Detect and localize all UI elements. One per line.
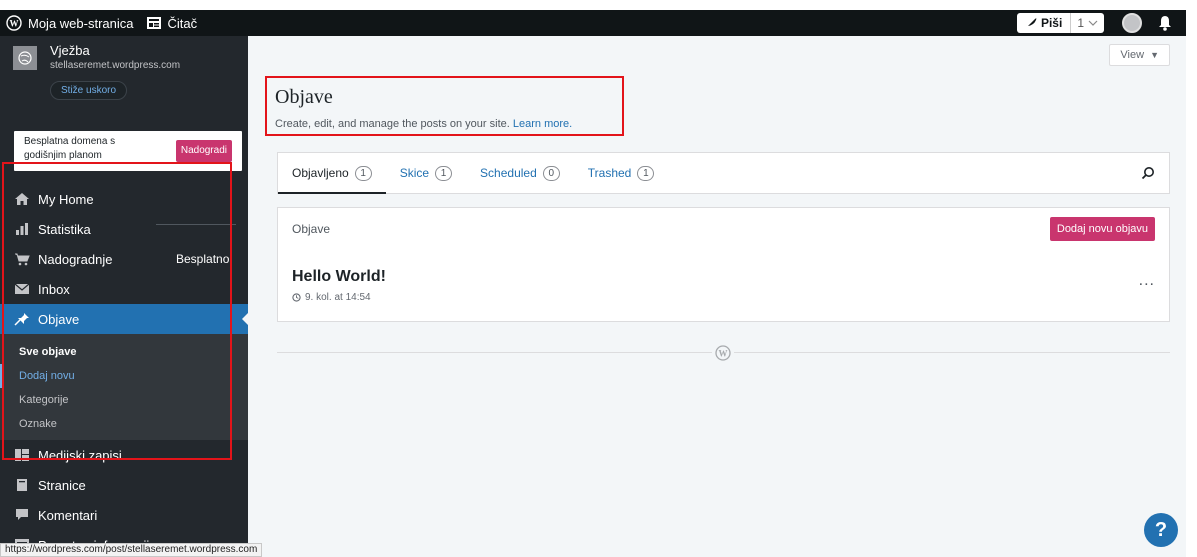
submenu-tags[interactable]: Oznake [0,412,248,436]
wordpress-screen: W Moja web-stranica Čitač Piši 1 Vježba … [0,10,1186,557]
mail-icon [14,283,30,294]
divider [156,224,236,225]
sidebar-item-label: Komentari [38,507,98,523]
drafts-count-button[interactable]: 1 [1070,13,1104,33]
tab-scheduled[interactable]: Scheduled 0 [466,153,574,193]
domain-upsell-banner[interactable]: Besplatna domena s godišnjim planom Nado… [14,131,242,171]
view-label: View [1120,49,1145,61]
reader-label: Čitač [167,15,198,31]
pin-icon [14,313,29,326]
status-bar-url: https://wordpress.com/post/stellaseremet… [0,543,263,557]
post-date-text: 9. kol. at 14:54 [305,292,371,303]
sidebar-nav: My Home Statistika Nadogradnje Besplatno… [0,184,248,557]
sidebar-item-label: Statistika [38,221,91,237]
notifications-button[interactable] [1158,15,1172,31]
chevron-down-icon [1088,20,1098,26]
caret-down-icon: ▼ [1150,50,1159,60]
tab-drafts[interactable]: Skice 1 [386,153,466,193]
reader-link[interactable]: Čitač [140,10,204,36]
reader-icon [146,17,161,29]
feather-icon [1025,18,1037,28]
submenu-add-new[interactable]: Dodaj novu [0,364,248,388]
submenu-all-posts[interactable]: Sve objave [0,340,248,364]
learn-more-link[interactable]: Learn more. [513,118,572,130]
page-description: Create, edit, and manage the posts on yo… [275,118,572,130]
sidebar-item-label: Stranice [38,477,86,493]
tab-label: Objavljeno [292,166,349,180]
submenu-categories[interactable]: Kategorije [0,388,248,412]
my-site-label: Moja web-stranica [28,15,134,31]
cart-icon [15,253,30,266]
post-status-tabs: Objavljeno 1 Skice 1 Scheduled 0 Trashed… [277,152,1170,194]
sidebar-item-label: My Home [38,191,94,207]
site-url: stellaseremet.wordpress.com [50,60,181,71]
tab-label: Skice [399,166,430,180]
sidebar-item-medijski-zapisi[interactable]: Medijski zapisi [0,440,248,470]
sidebar-item-stranice[interactable]: Stranice [0,470,248,500]
sidebar-item-my-home[interactable]: My Home [0,184,248,214]
posts-list-header: Objave Dodaj novu objavu [277,207,1170,251]
sidebar-item-label: Nadogradnje [38,251,113,267]
sidebar-item-inbox[interactable]: Inbox [0,274,248,304]
site-globe-icon [13,46,37,70]
write-label: Piši [1040,16,1063,30]
page: W Moja web-stranica Čitač Piši 1 Vježba … [0,0,1197,557]
plan-label: Besplatno [176,252,230,266]
masterbar: W Moja web-stranica Čitač Piši 1 [0,10,1186,36]
page-icon [17,479,27,491]
view-site-button[interactable]: View ▼ [1109,44,1170,66]
svg-text:W: W [719,349,728,359]
write-button[interactable]: Piši [1016,13,1071,33]
tab-trashed[interactable]: Trashed 1 [574,153,669,193]
drafts-count: 1 [1077,16,1084,30]
home-icon [15,193,29,205]
count-badge: 1 [435,165,453,181]
comment-icon [16,509,28,520]
posts-submenu: Sve objave Dodaj novu Kategorije Oznake [0,334,248,440]
sidebar-item-label: Medijski zapisi [38,447,122,463]
count-badge: 1 [354,165,372,181]
media-icon [15,449,29,461]
count-badge: 1 [637,165,655,181]
help-button[interactable]: ? [1144,513,1178,547]
coming-soon-badge: Stiže uskoro [50,81,128,100]
tab-published[interactable]: Objavljeno 1 [278,153,386,194]
upgrade-button[interactable]: Nadogradi [175,140,232,162]
count-badge: 0 [542,165,560,181]
post-title[interactable]: Hello World! [292,268,386,286]
description-text: Create, edit, and manage the posts on yo… [275,118,510,130]
wordpress-footer-logo-icon: W [712,342,734,364]
search-button[interactable] [1141,153,1169,193]
page-title: Objave [275,86,333,108]
stats-icon [16,223,28,235]
current-site-card[interactable]: Vježba stellaseremet.wordpress.com Stiže… [0,36,248,118]
tab-label: Trashed [587,166,632,180]
site-title: Vježba [50,43,90,58]
user-avatar[interactable] [1122,13,1142,33]
post-date: 9. kol. at 14:54 [292,292,371,303]
search-icon [1141,167,1154,180]
wordpress-logo-icon: W [6,15,22,31]
sidebar-item-statistika[interactable]: Statistika [0,214,248,244]
post-row[interactable]: Hello World! 9. kol. at 14:54 ... [277,250,1170,322]
sidebar-item-nadogradnje[interactable]: Nadogradnje Besplatno [0,244,248,274]
tab-label: Scheduled [480,166,537,180]
my-site-link[interactable]: W Moja web-stranica [0,10,140,36]
svg-text:W: W [10,19,19,29]
sidebar-item-label: Objave [38,311,80,327]
list-header-label: Objave [292,222,331,236]
bell-icon [1159,16,1171,31]
sidebar-item-komentari[interactable]: Komentari [0,500,248,530]
clock-icon [292,293,301,302]
add-new-post-button[interactable]: Dodaj novu objavu [1049,217,1155,241]
sidebar: Vježba stellaseremet.wordpress.com Stiže… [0,36,248,557]
sidebar-item-objave[interactable]: Objave [0,304,248,334]
main-content: View ▼ Objave Create, edit, and manage t… [248,36,1186,557]
sidebar-item-label: Inbox [38,281,70,297]
post-actions-ellipsis-icon[interactable]: ... [1139,272,1155,290]
